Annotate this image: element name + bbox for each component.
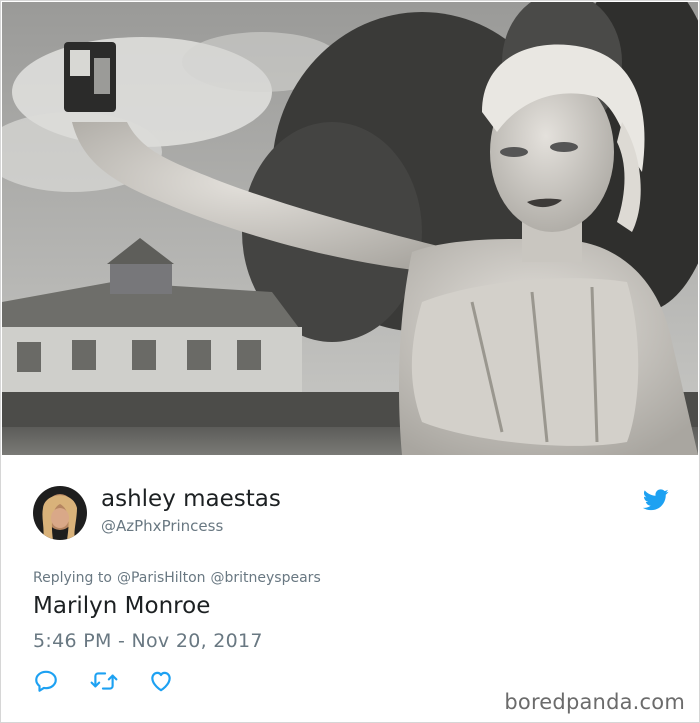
tweet-content: ashley maestas @AzPhxPrincess Replying t… xyxy=(1,456,699,722)
tweet-photo[interactable] xyxy=(2,2,698,455)
avatar-image xyxy=(33,486,87,540)
reply-icon[interactable] xyxy=(33,668,59,694)
tweet-text: Marilyn Monroe xyxy=(33,593,211,619)
replying-to: Replying to @ParisHilton @britneyspears xyxy=(33,570,326,586)
tweet-timestamp[interactable]: 5:46 PM - Nov 20, 2017 xyxy=(33,630,263,652)
vintage-photo-image xyxy=(2,2,698,455)
mention-link[interactable]: @ParisHilton xyxy=(117,570,206,586)
watermark: boredpanda.com xyxy=(504,690,685,714)
twitter-bird-icon[interactable] xyxy=(642,489,669,511)
user-handle[interactable]: @AzPhxPrincess xyxy=(101,517,223,535)
avatar[interactable] xyxy=(33,486,87,540)
mention-link[interactable]: @britneyspears xyxy=(211,570,321,586)
retweet-icon[interactable] xyxy=(90,668,118,694)
display-name[interactable]: ashley maestas xyxy=(101,486,281,512)
tweet-card: ashley maestas @AzPhxPrincess Replying t… xyxy=(0,0,700,723)
heart-icon[interactable] xyxy=(148,668,174,694)
replying-prefix: Replying to xyxy=(33,570,112,586)
